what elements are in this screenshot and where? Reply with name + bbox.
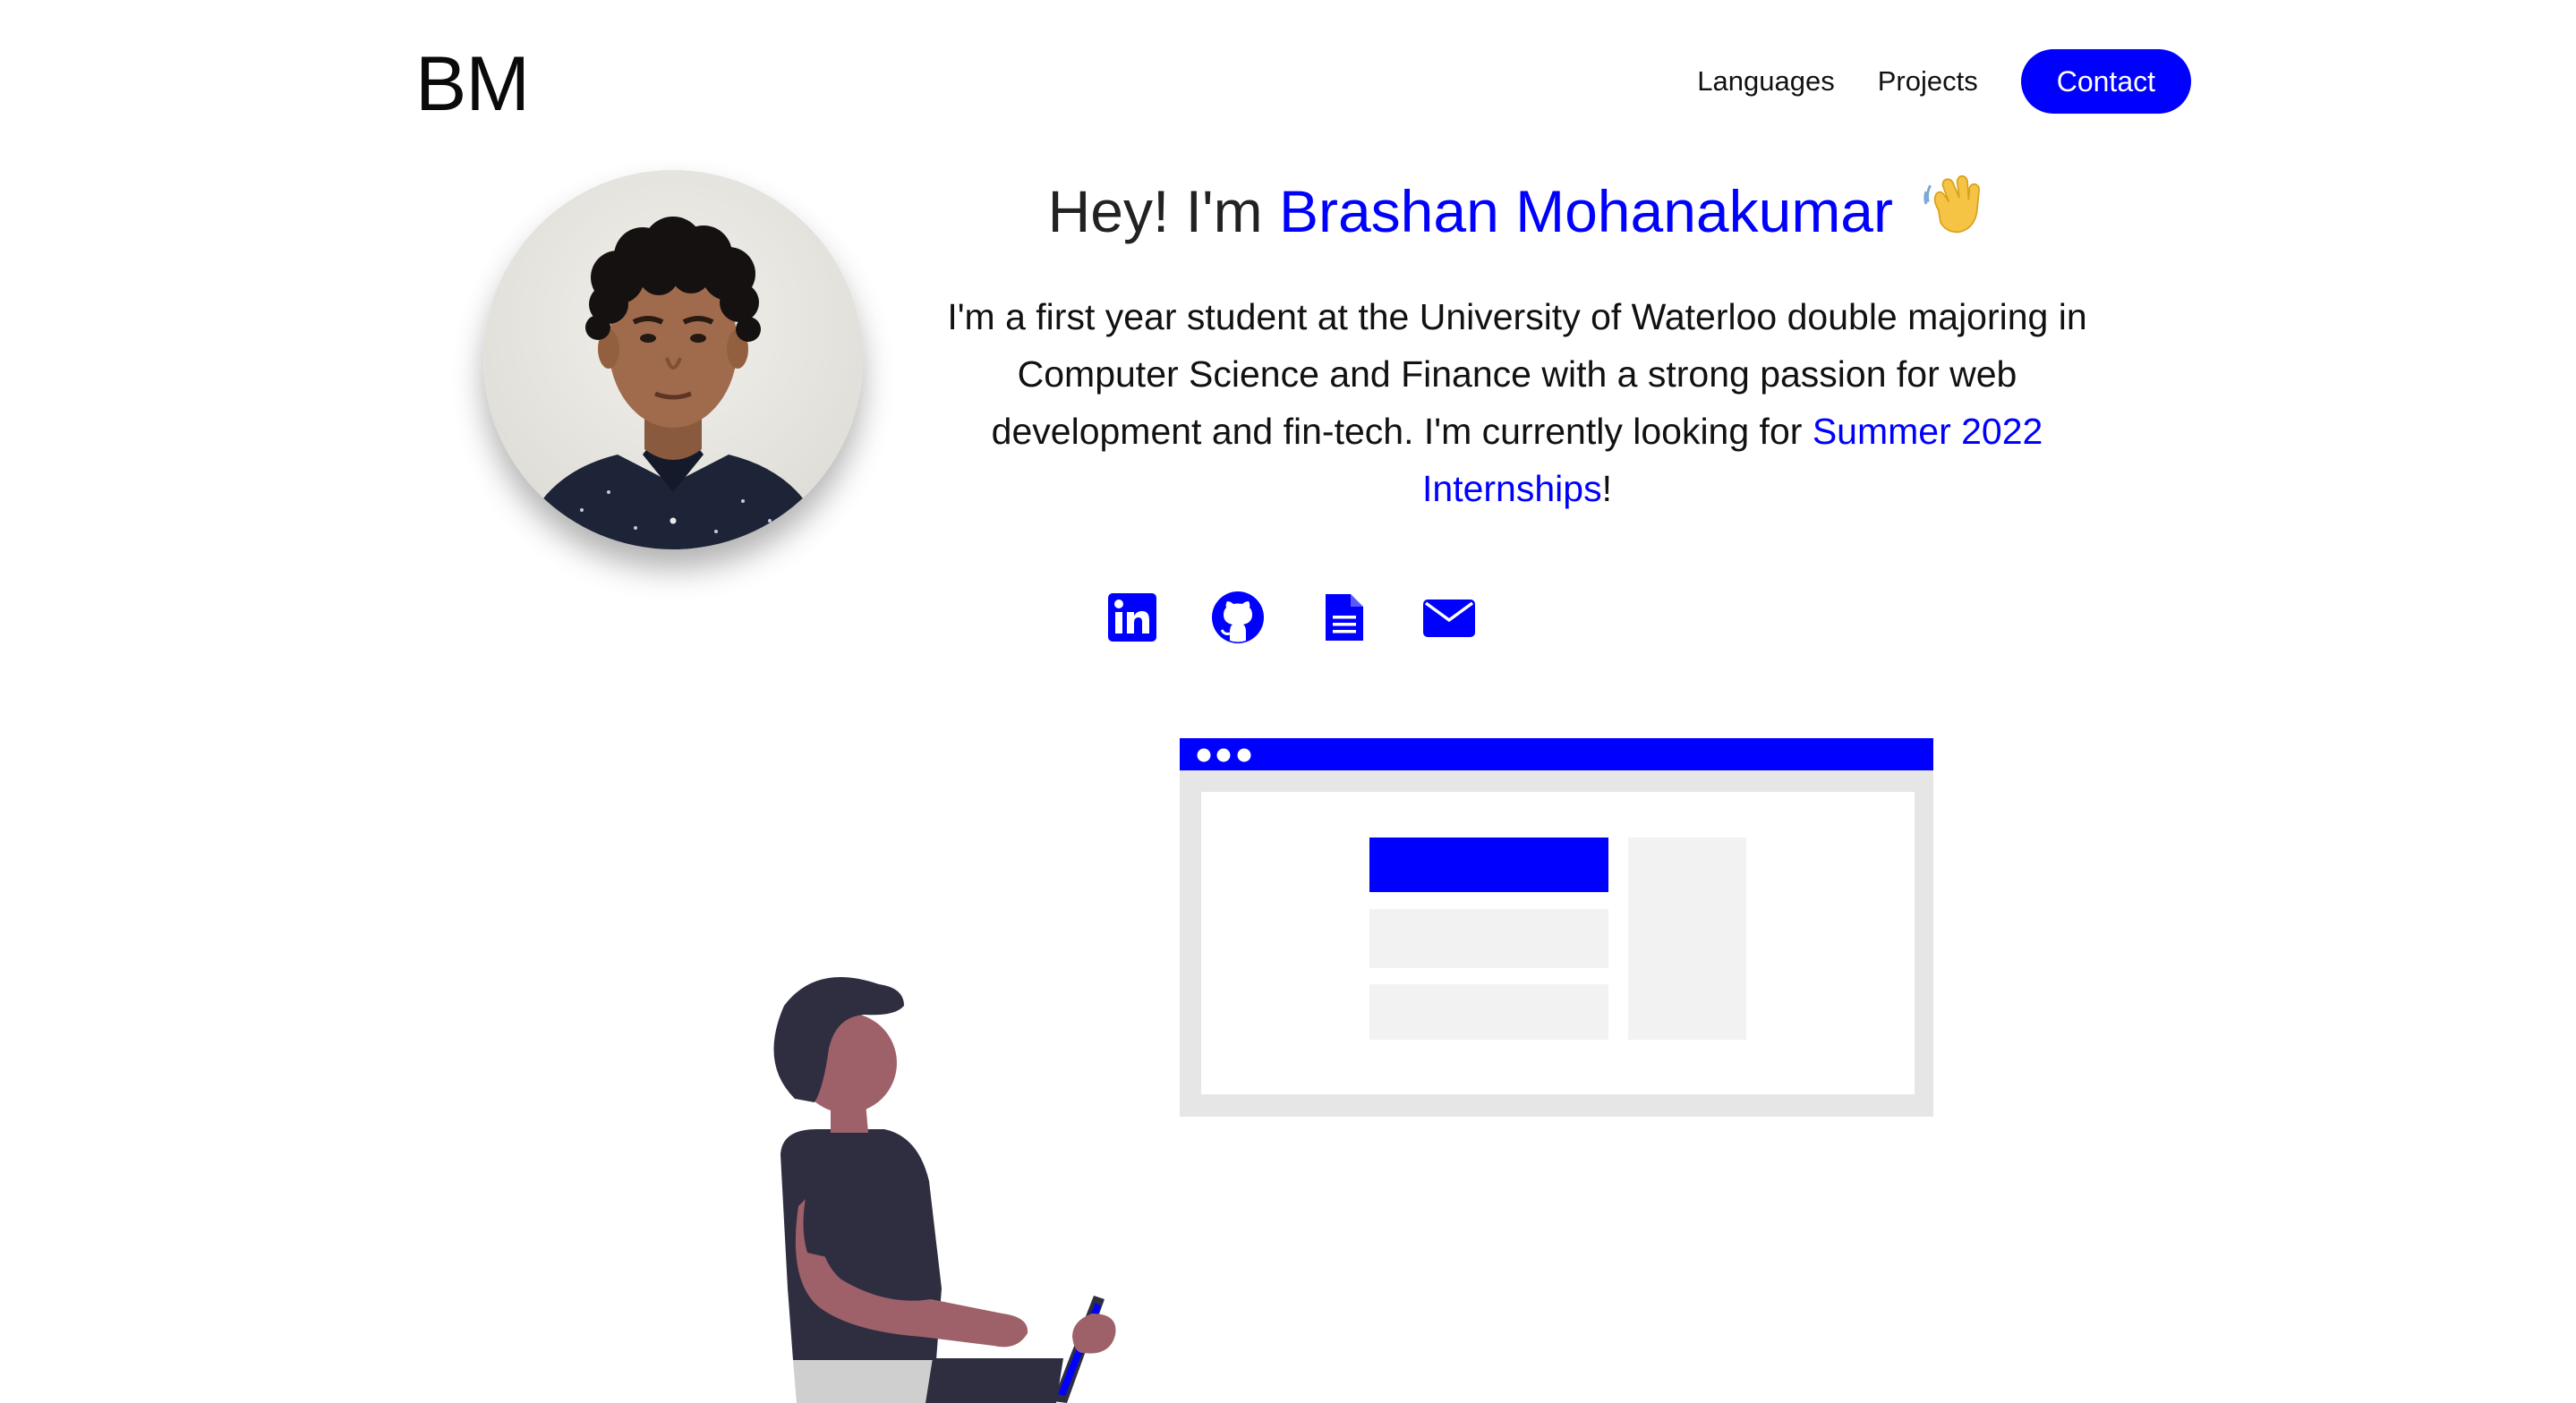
portfolio-page: BM Languages Projects Contact Hey! I'm B… (0, 0, 2576, 1403)
nav-projects-link[interactable]: Projects (1878, 49, 1978, 114)
logo[interactable]: BM (415, 39, 530, 129)
github-icon[interactable] (1211, 591, 1265, 644)
nav-languages-link[interactable]: Languages (1697, 49, 1834, 114)
greeting-text: Hey! I'm (1047, 178, 1263, 244)
person-graphic (773, 977, 1116, 1403)
bio-end: ! (1601, 468, 1612, 509)
linkedin-icon[interactable] (1105, 591, 1159, 644)
profile-photo (483, 170, 863, 549)
social-links (0, 591, 2576, 644)
contact-button[interactable]: Contact (2020, 49, 2191, 114)
intro-section: Hey! I'm Brashan Mohanakumar I'm a first… (895, 170, 2139, 517)
resume-icon[interactable] (1317, 591, 1370, 644)
developer-illustration (734, 716, 1937, 1403)
bio-paragraph: I'm a first year student at the Universi… (895, 288, 2139, 517)
waving-hand-icon (1920, 171, 1986, 258)
name-highlight: Brashan Mohanakumar (1278, 178, 1893, 244)
headline: Hey! I'm Brashan Mohanakumar (895, 170, 2139, 258)
browser-window-graphic (1180, 738, 1937, 1117)
main-nav: Languages Projects Contact (1697, 49, 2191, 114)
email-icon[interactable] (1422, 591, 1476, 644)
